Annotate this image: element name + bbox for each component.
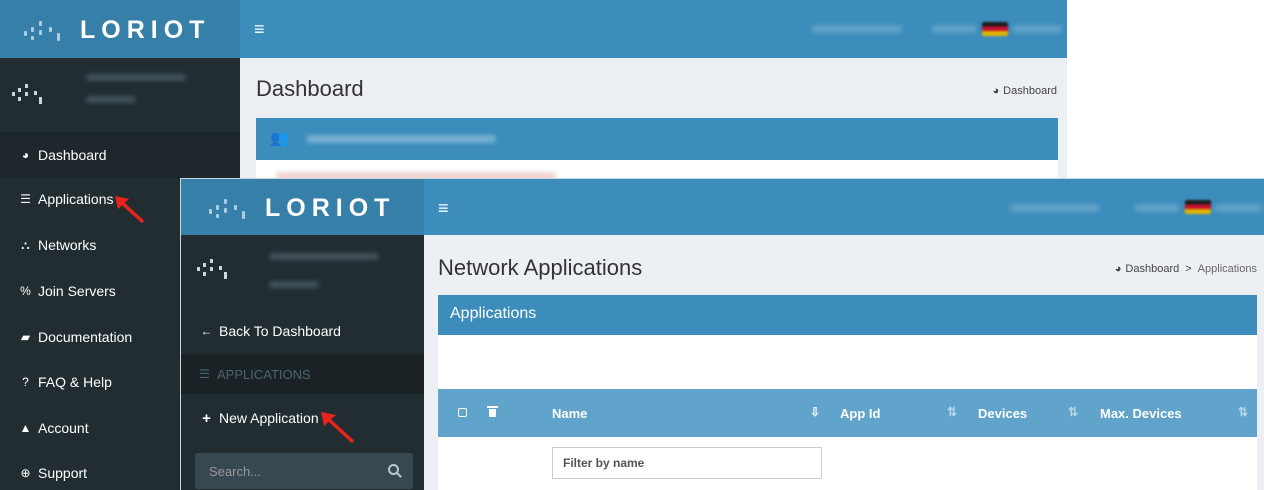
logo-text: LORIOT	[80, 16, 211, 44]
sort-icon[interactable]: ⇅	[1238, 405, 1248, 419]
user-menu-blurred[interactable]	[1134, 204, 1179, 212]
annotation-arrow-new-application	[321, 412, 354, 443]
sidebar-item-label: Support	[38, 465, 88, 481]
filter-by-name-input[interactable]	[552, 447, 822, 479]
list-icon: ☰	[199, 367, 210, 381]
applications-section-header: ☰ APPLICATIONS	[181, 354, 424, 394]
breadcrumb-home[interactable]: Dashboard	[1003, 85, 1057, 97]
menu-toggle-icon[interactable]: ≡	[254, 20, 265, 38]
app-sidebar: LORIOT ← Back To Dashboard ☰ APPLICATION…	[181, 179, 424, 490]
page-title: Dashboard	[256, 76, 364, 101]
language-flag-icon[interactable]	[1185, 200, 1211, 214]
column-header-devices[interactable]: Devices	[978, 389, 1027, 437]
question-icon: ?	[22, 375, 29, 389]
breadcrumb: ◕ Dashboard	[993, 85, 1057, 97]
box-title: Applications	[450, 305, 537, 322]
sidebar-item-label: Join Servers	[38, 283, 116, 299]
account-type-blurred	[306, 135, 496, 143]
user-menu-blurred[interactable]	[932, 25, 977, 33]
logo-bar[interactable]: LORIOT	[0, 0, 240, 58]
list-icon: ☰	[20, 192, 31, 206]
column-label: Devices	[978, 405, 1028, 421]
user-avatar-icon	[10, 82, 44, 104]
sidebar-item-label: Dashboard	[38, 147, 107, 163]
applications-content: Network Applications ◕ Dashboard > Appli…	[424, 235, 1264, 490]
users-icon: 👥	[270, 130, 289, 147]
loriot-logo: LORIOT	[207, 194, 395, 223]
breadcrumb-current: Applications	[1197, 263, 1257, 275]
select-all-checkbox-icon[interactable]	[458, 408, 467, 417]
column-label: Name	[552, 405, 588, 421]
user-panel	[181, 237, 424, 299]
user-name-blurred	[269, 253, 379, 260]
new-application-label: New Application	[219, 410, 319, 426]
loriot-logo: LORIOT	[22, 16, 210, 45]
sidebar-item-label: Applications	[38, 191, 114, 207]
user-status-blurred	[86, 96, 136, 103]
sidebar-item-label: Documentation	[38, 329, 133, 345]
breadcrumb-home[interactable]: Dashboard	[1125, 263, 1179, 275]
sort-icon[interactable]: ⇅	[1068, 405, 1078, 419]
dashboard-icon: ◕	[992, 85, 1000, 97]
account-name-blurred	[812, 25, 902, 33]
sort-asc-icon[interactable]: ⇩	[810, 405, 820, 419]
arrow-left-icon: ←	[200, 324, 213, 338]
sidebar-item-dashboard[interactable]: ◕ Dashboard	[0, 132, 240, 178]
column-header-max-devices[interactable]: Max. Devices	[1100, 389, 1182, 437]
sidebar-item-label: Account	[38, 420, 89, 436]
dashboard-content: Dashboard ◕ Dashboard 👥	[240, 58, 1067, 180]
back-to-dashboard-label: Back To Dashboard	[219, 323, 341, 339]
language-label-blurred	[1214, 204, 1262, 212]
language-flag-icon[interactable]	[982, 22, 1008, 36]
language-label-blurred	[1012, 25, 1062, 33]
logo-bar[interactable]: LORIOT	[181, 179, 424, 235]
sidebar-item-label: Networks	[38, 237, 97, 253]
page-title: Network Applications	[438, 255, 643, 280]
new-application-button[interactable]: + New Application	[181, 395, 424, 441]
breadcrumb: ◕ Dashboard > Applications	[1115, 263, 1257, 275]
user-avatar-icon	[195, 257, 229, 279]
column-header-app-id[interactable]: App Id	[840, 389, 880, 437]
account-name-blurred	[1010, 204, 1100, 212]
menu-toggle-icon[interactable]: ≡	[438, 199, 449, 217]
dashboard-icon: ◕	[1114, 263, 1122, 275]
plus-icon: +	[202, 409, 211, 427]
column-header-name[interactable]: Name	[552, 389, 587, 437]
logo-text: LORIOT	[265, 194, 396, 222]
applications-box-body: Name ⇩ App Id ⇅ Devices ⇅ Max. Devices ⇅	[438, 335, 1257, 490]
user-name-blurred	[86, 74, 186, 81]
sort-icon[interactable]: ⇅	[947, 405, 957, 419]
logo-dots-icon	[207, 196, 251, 222]
column-label: Max. Devices	[1100, 405, 1182, 421]
trash-icon[interactable]	[487, 406, 498, 417]
column-label: App Id	[840, 405, 881, 421]
lifebuoy-icon: ⊕	[20, 466, 31, 480]
applications-box-header: Applications	[438, 295, 1257, 335]
book-icon: ▰	[20, 330, 31, 344]
section-header-label: APPLICATIONS	[217, 366, 311, 382]
table-header: Name ⇩ App Id ⇅ Devices ⇅ Max. Devices ⇅	[438, 389, 1257, 437]
back-to-dashboard-link[interactable]: ← Back To Dashboard	[181, 308, 424, 354]
top-navbar: ≡	[240, 0, 1067, 58]
logo-dots-icon	[22, 18, 66, 44]
percent-icon: %	[20, 284, 31, 298]
sidebar-item-label: FAQ & Help	[38, 374, 112, 390]
user-status-blurred	[269, 281, 319, 288]
dashboard-icon: ◕	[21, 148, 30, 162]
sidebar-search-input[interactable]: Search...	[195, 453, 413, 489]
account-box-header: 👥	[256, 118, 1058, 160]
search-icon[interactable]	[388, 464, 399, 475]
user-icon: ▲	[19, 421, 32, 435]
user-panel	[0, 60, 240, 122]
sitemap-icon: ⛬	[21, 237, 30, 252]
top-navbar: ≡	[424, 179, 1264, 235]
breadcrumb-separator: >	[1185, 263, 1192, 275]
search-placeholder: Search...	[209, 463, 262, 479]
annotation-arrow-applications	[115, 196, 144, 223]
account-box-body	[256, 160, 1058, 180]
